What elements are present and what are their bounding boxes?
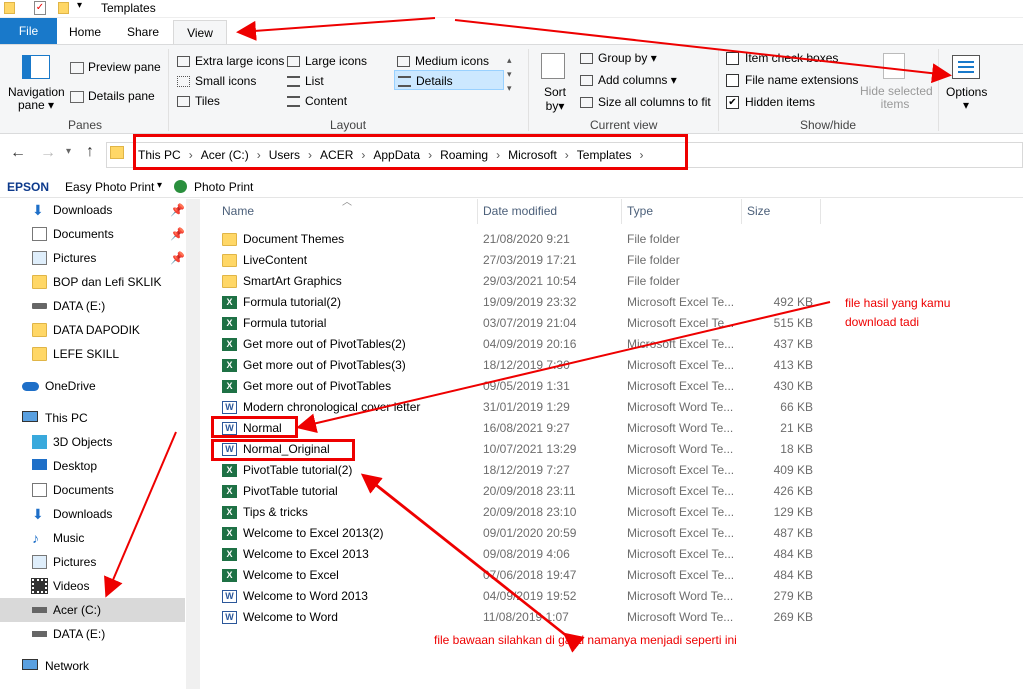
annotation-rename: file bawaan silahkan di ganti namanya me…	[434, 633, 737, 647]
annotation-downloaded: file hasil yang kamu download tadi	[845, 294, 950, 332]
annotation-downloaded-line2: download tadi	[845, 315, 920, 329]
annotation-arrows	[104, 17, 952, 653]
annotation-downloaded-line1: file hasil yang kamu	[845, 296, 951, 310]
